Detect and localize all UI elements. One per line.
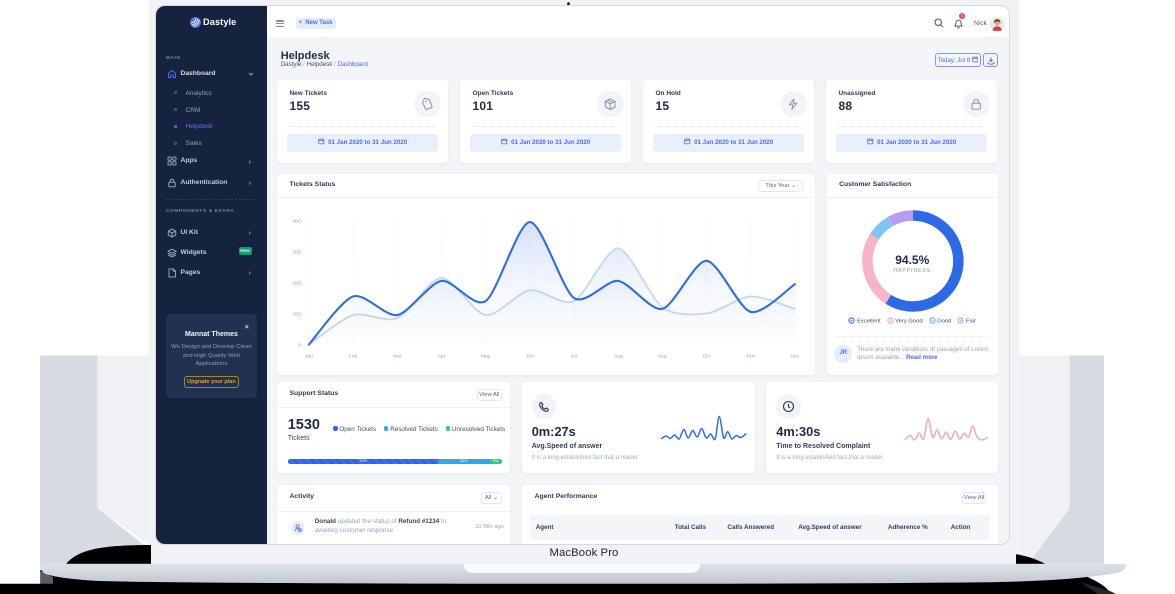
svg-text:Dec: Dec [791, 353, 800, 359]
svg-text:Mar: Mar [393, 353, 402, 359]
svg-text:Oct: Oct [703, 353, 711, 359]
svg-text:100: 100 [293, 311, 302, 317]
svg-text:Aug: Aug [614, 353, 623, 359]
svg-text:Jul: Jul [571, 353, 577, 359]
svg-text:200: 200 [293, 280, 302, 286]
svg-text:Jan: Jan [305, 353, 313, 359]
svg-text:Apr: Apr [438, 353, 446, 359]
svg-text:Feb: Feb [349, 353, 358, 359]
svg-text:0: 0 [298, 342, 301, 348]
svg-text:Nov: Nov [746, 353, 755, 359]
svg-text:Sep: Sep [658, 353, 667, 359]
svg-text:May: May [481, 353, 491, 359]
svg-text:300: 300 [293, 249, 302, 255]
svg-text:400: 400 [293, 218, 302, 224]
svg-text:Jun: Jun [526, 353, 534, 359]
